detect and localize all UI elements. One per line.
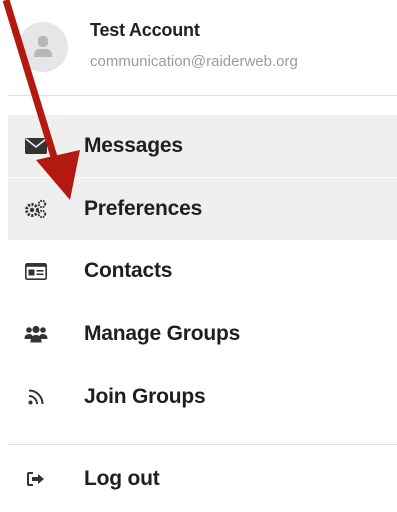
- account-name: Test Account: [90, 20, 200, 40]
- menu-item-contacts[interactable]: Contacts: [8, 240, 397, 302]
- account-email: communication@raiderweb.org: [90, 53, 298, 70]
- divider: [8, 444, 397, 445]
- avatar: [18, 22, 68, 72]
- address-card-icon: [24, 259, 48, 283]
- menu-item-join-groups[interactable]: Join Groups: [8, 366, 397, 428]
- menu-item-label: Join Groups: [84, 385, 206, 408]
- envelope-icon: [24, 134, 48, 158]
- account-header: Test Account communication@raiderweb.org: [0, 0, 397, 96]
- menu-item-label: Manage Groups: [84, 322, 241, 345]
- cogs-icon: [24, 197, 48, 221]
- menu-item-label: Messages: [84, 134, 183, 157]
- menu-item-manage-groups[interactable]: Manage Groups: [8, 303, 397, 365]
- sign-out-icon: [24, 467, 48, 491]
- menu-item-label: Log out: [84, 467, 160, 490]
- divider: [8, 95, 397, 96]
- menu-item-messages[interactable]: Messages: [8, 115, 397, 177]
- rss-icon: [24, 385, 48, 409]
- users-icon: [24, 322, 48, 346]
- menu-item-log-out[interactable]: Log out: [8, 448, 397, 510]
- menu-item-label: Contacts: [84, 259, 173, 282]
- menu-item-preferences[interactable]: Preferences: [8, 178, 397, 240]
- user-silhouette-icon: [34, 36, 52, 57]
- menu-item-label: Preferences: [84, 197, 203, 220]
